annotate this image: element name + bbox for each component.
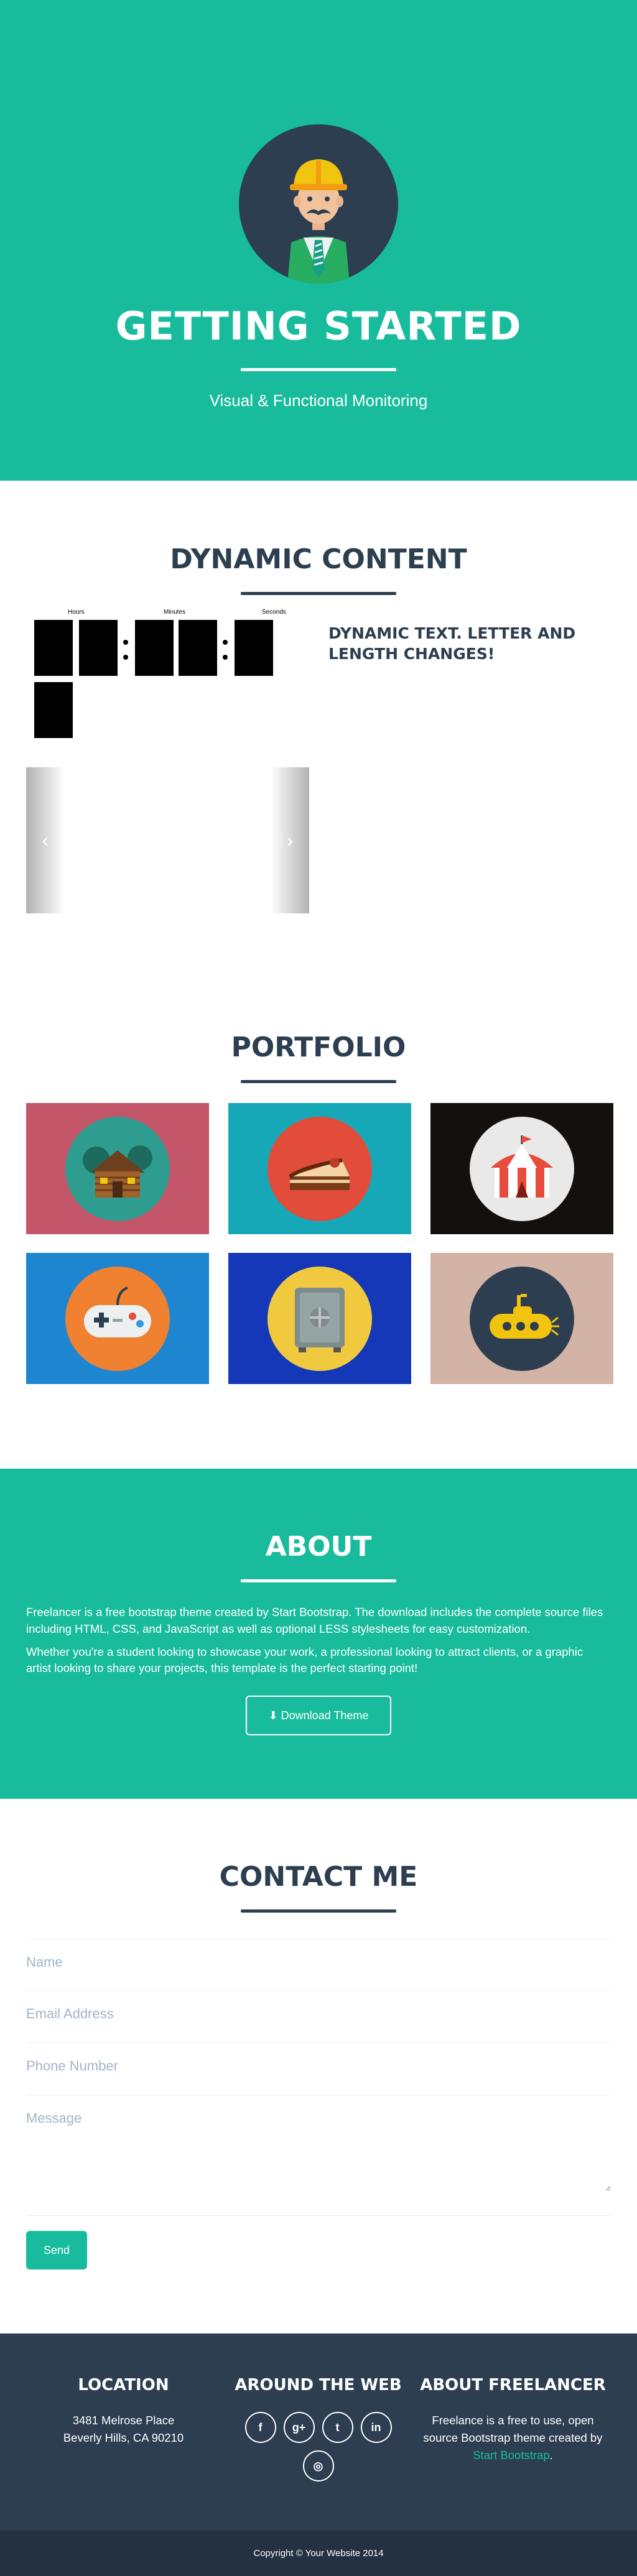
email-field-row — [26, 1991, 611, 2043]
portfolio-item-submarine[interactable] — [430, 1253, 613, 1384]
email-input[interactable] — [26, 2006, 611, 2022]
countdown-digit — [179, 620, 217, 676]
chevron-left-icon: ‹ — [42, 829, 49, 851]
footer-about-text: Freelance is a free to use, open source … — [416, 2412, 610, 2463]
safe-icon — [267, 1266, 372, 1371]
download-theme-button[interactable]: ⬇ Download Theme — [246, 1696, 391, 1736]
hero-section: GETTING STARTED Visual & Functional Moni… — [0, 0, 637, 481]
section-title: ABOUT — [265, 1531, 372, 1563]
footer-about-body: Freelance is a free to use, open source … — [423, 2414, 603, 2444]
divider — [241, 1579, 396, 1582]
footer-social: AROUND THE WEB f g+ t in ◎ — [221, 2376, 416, 2481]
image-carousel[interactable]: ‹ › — [26, 767, 309, 913]
submarine-icon — [470, 1266, 574, 1371]
avatar — [239, 124, 398, 284]
countdown-label-seconds: Seconds — [262, 609, 286, 616]
carousel-prev-button[interactable]: ‹ — [26, 767, 65, 913]
google-plus-icon[interactable]: g+ — [283, 2412, 315, 2443]
portfolio-item-cabin[interactable] — [26, 1103, 209, 1234]
carousel-next-button[interactable]: › — [271, 767, 309, 913]
countdown-digit — [135, 620, 174, 676]
send-button[interactable]: Send — [26, 2231, 87, 2269]
divider — [241, 592, 396, 595]
footer-about-period: . — [549, 2448, 553, 2462]
name-input[interactable] — [26, 1954, 611, 1970]
portfolio-item-circus[interactable] — [430, 1103, 613, 1234]
chevron-right-icon: › — [286, 829, 294, 851]
dynamic-text: DYNAMIC TEXT. LETTER AND LENGTH CHANGES! — [328, 624, 576, 663]
footer-heading: AROUND THE WEB — [235, 2376, 402, 2394]
section-title: CONTACT ME — [219, 1861, 418, 1893]
about-paragraph-1: Freelancer is a free bootstrap theme cre… — [26, 1605, 603, 1635]
copyright-bar: Copyright © Your Website 2014 — [0, 2531, 637, 2576]
address-line-1: 3481 Melrose Place — [72, 2414, 175, 2427]
hero-subtitle: Visual & Functional Monitoring — [209, 391, 428, 410]
contact-form: Send — [26, 1939, 611, 2269]
copyright-text: Copyright © Your Website 2014 — [253, 2548, 384, 2559]
message-field-row — [26, 2095, 611, 2216]
divider — [241, 1080, 396, 1083]
portfolio-item-safe[interactable] — [228, 1253, 411, 1384]
portfolio-item-cake[interactable] — [228, 1103, 411, 1234]
contact-section: CONTACT ME Send — [0, 1799, 637, 2334]
countdown-digit — [235, 620, 273, 676]
linkedin-icon[interactable]: in — [360, 2412, 392, 2443]
cabin-icon — [65, 1116, 170, 1221]
game-controller-icon — [65, 1266, 170, 1371]
circus-tent-icon — [470, 1116, 574, 1221]
portfolio-item-game[interactable] — [26, 1253, 209, 1384]
section-title: PORTFOLIO — [231, 1032, 406, 1063]
address-line-2: Beverly Hills, CA 90210 — [63, 2431, 184, 2444]
about-section: ABOUT Freelancer is a free bootstrap the… — [0, 1469, 637, 1799]
countdown-label-minutes: Minutes — [164, 609, 186, 616]
phone-field-row — [26, 2043, 611, 2095]
countdown-digit — [79, 620, 118, 676]
portfolio-grid — [26, 1103, 613, 1384]
footer-location: LOCATION 3481 Melrose Place Beverly Hill… — [26, 2376, 221, 2481]
about-paragraph-2: Whether you're a student looking to show… — [26, 1645, 584, 1675]
dribbble-icon[interactable]: ◎ — [302, 2450, 334, 2481]
divider — [241, 1909, 396, 1913]
footer-heading: LOCATION — [78, 2376, 169, 2394]
section-title: DYNAMIC CONTENT — [170, 543, 467, 575]
phone-input[interactable] — [26, 2058, 611, 2074]
footer-about: ABOUT FREELANCER Freelance is a free to … — [416, 2376, 610, 2481]
footer-heading: ABOUT FREELANCER — [420, 2376, 606, 2394]
facebook-icon[interactable]: f — [244, 2412, 276, 2443]
countdown-digit — [34, 620, 73, 676]
footer: LOCATION 3481 Melrose Place Beverly Hill… — [0, 2334, 637, 2531]
countdown-separator — [121, 620, 129, 676]
name-field-row — [26, 1939, 611, 1991]
start-bootstrap-link[interactable]: Start Bootstrap — [473, 2449, 549, 2462]
countdown-label-hours: Hours — [68, 609, 85, 616]
twitter-icon[interactable]: t — [322, 2412, 353, 2443]
page-title: GETTING STARTED — [115, 303, 522, 349]
message-input[interactable] — [26, 2110, 611, 2191]
dynamic-section: DYNAMIC CONTENT Hours Minutes Seconds DY… — [0, 481, 637, 970]
countdown-digit — [34, 682, 73, 738]
divider — [241, 368, 396, 371]
countdown-separator — [221, 620, 228, 676]
cake-icon — [267, 1116, 372, 1221]
portfolio-section: PORTFOLIO — [0, 970, 637, 1469]
